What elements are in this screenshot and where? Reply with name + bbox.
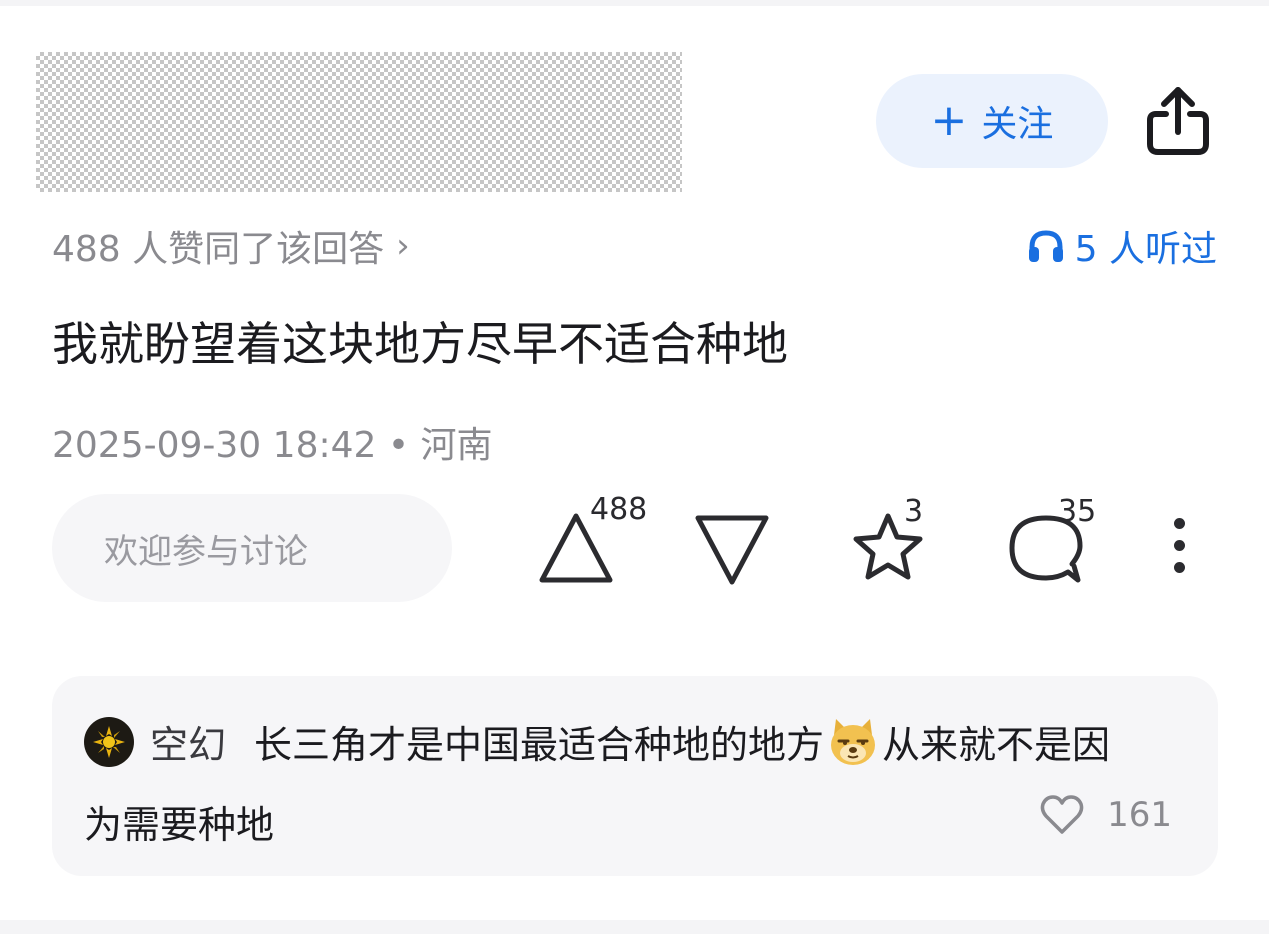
comment-button[interactable]: 35 <box>1004 494 1104 592</box>
comment-text-line2: 为需要种地 <box>84 803 275 847</box>
answer-card: + 关注 488 人赞同了该回答 › 5 人听过 我就盼望着这块地方尽早不适合种… <box>0 6 1269 920</box>
listen-count: 5 人听过 <box>1027 220 1217 272</box>
upvote-button[interactable]: 488 <box>536 492 656 592</box>
upvote-summary: 488 人赞同了该回答 <box>52 229 385 270</box>
avatar[interactable] <box>84 716 134 767</box>
plus-icon: + <box>930 95 968 146</box>
comment-input[interactable]: 欢迎参与讨论 <box>52 494 452 602</box>
share-icon[interactable] <box>1142 82 1214 158</box>
favorite-count: 3 <box>904 494 924 529</box>
hot-comment-line1: 空幻 长三角才是中国最适合种地的地方 从来就不是因 <box>84 714 1110 769</box>
redacted-author-area <box>36 52 682 192</box>
upvote-count: 488 <box>590 492 648 527</box>
more-vertical-icon[interactable] <box>1166 518 1192 578</box>
headphones-icon <box>1028 230 1063 262</box>
downvote-button[interactable] <box>690 506 780 596</box>
follow-label: 关注 <box>981 104 1054 145</box>
comment-text-part2: 从来就不是因 <box>882 723 1111 767</box>
follow-button[interactable]: + 关注 <box>876 74 1108 168</box>
comment-username[interactable]: 空幻 <box>150 714 226 769</box>
favorite-button[interactable]: 3 <box>846 494 936 592</box>
listen-text: 5 人听过 <box>1074 229 1217 270</box>
triangle-down-icon <box>695 515 769 585</box>
upvoters-link[interactable]: 488 人赞同了该回答 › <box>52 220 410 272</box>
chevron-right-icon: › <box>396 226 410 266</box>
doge-emoji <box>831 718 876 765</box>
comment-text-part1: 长三角才是中国最适合种地的地方 <box>254 723 825 767</box>
answer-content[interactable]: 我就盼望着这块地方尽早不适合种地 <box>52 308 788 374</box>
comment-like-button[interactable]: 161 <box>1039 794 1172 836</box>
comment-like-count: 161 <box>1107 795 1172 835</box>
answer-meta: 2025-09-30 18:42 • 河南 <box>52 425 493 466</box>
comment-count: 35 <box>1058 494 1097 529</box>
hot-comment[interactable]: 空幻 长三角才是中国最适合种地的地方 从来就不是因 为需要种地 161 <box>52 676 1218 876</box>
heart-icon <box>1040 795 1084 834</box>
